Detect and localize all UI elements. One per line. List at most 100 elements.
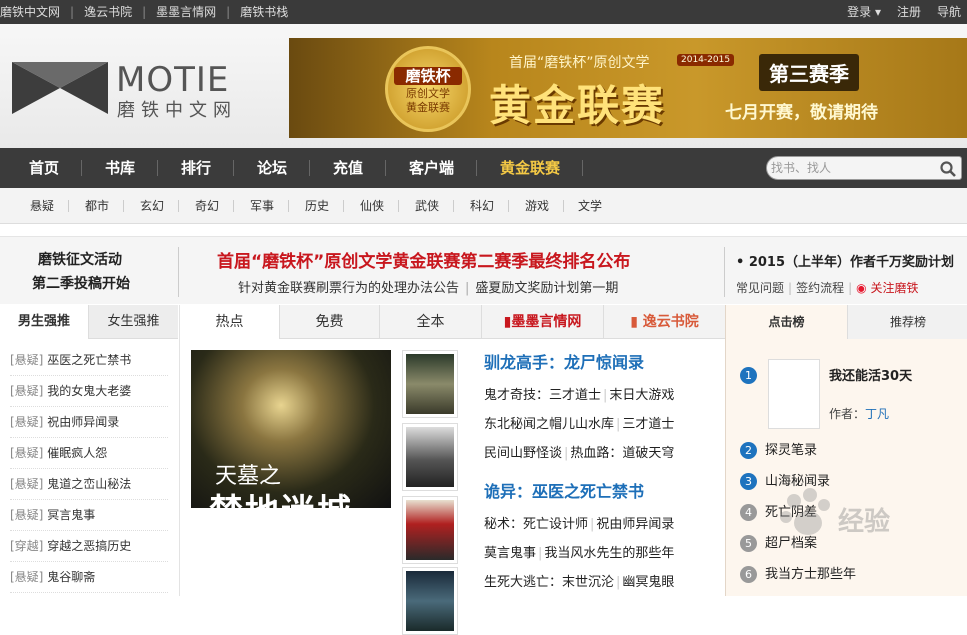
genre-item[interactable]: 游戏 bbox=[525, 188, 549, 224]
banner-sub: 七月开赛，敬请期待 bbox=[725, 103, 878, 123]
genre-nav: 悬疑 都市 玄幻 奇幻 军事 历史 仙侠 武侠 科幻 游戏 文学 bbox=[0, 188, 967, 224]
book-thumb[interactable] bbox=[402, 496, 458, 564]
genre-item[interactable]: 悬疑 bbox=[30, 188, 54, 224]
list-item[interactable]: [悬疑] 催眠疯人怨 bbox=[10, 438, 168, 469]
register-link[interactable]: 注册 bbox=[897, 0, 921, 24]
book-thumb[interactable] bbox=[402, 350, 458, 418]
book-thumb[interactable] bbox=[402, 423, 458, 491]
list-item[interactable]: [悬疑] 鬼道之峦山秘法 bbox=[10, 469, 168, 500]
user-links: 登录 ▾ 注册 导航 bbox=[847, 0, 961, 24]
main-nav: 首页 书库 排行 论坛 充值 客户端 黄金联赛 找书、找人 bbox=[0, 148, 967, 188]
nav-recharge[interactable]: 充值 bbox=[333, 148, 363, 188]
nav-home[interactable]: 首页 bbox=[29, 148, 59, 188]
list-item: 鬼才奇技：三才道士 | 末日大游戏 bbox=[484, 388, 675, 403]
list-item: 民间山野怪谈 | 热血路：道破天穹 bbox=[484, 446, 675, 461]
genre-item[interactable]: 玄幻 bbox=[140, 188, 164, 224]
sign-flow-link[interactable]: 签约流程 bbox=[796, 281, 844, 295]
list-item[interactable]: [穿越] 穿越之恶搞历史 bbox=[10, 531, 168, 562]
headline-link[interactable]: 首届“磨铁杯”原创文学黄金联赛第二赛季最终排名公布 bbox=[217, 247, 630, 272]
genre-item[interactable]: 奇幻 bbox=[195, 188, 219, 224]
tab-male-recommend[interactable]: 男生强推 bbox=[0, 305, 89, 339]
genre-item[interactable]: 仙侠 bbox=[360, 188, 384, 224]
genre-item[interactable]: 都市 bbox=[85, 188, 109, 224]
sub-headline-link[interactable]: 针对黄金联赛刷票行为的处理办法公告 bbox=[238, 281, 459, 296]
recommend-panel: 男生强推 女生强推 [悬疑] 巫医之死亡禁书 [悬疑] 我的女鬼大老婆 [悬疑]… bbox=[0, 305, 178, 596]
hot-panel: 热点 免费 全本 ▮墨墨言情网 ▮ 逸云书院 天墓之 禁地迷城 驯龙高手：龙尸惊… bbox=[179, 305, 725, 635]
league-badge: 磨铁杯 原创文学 黄金联赛 bbox=[385, 46, 471, 132]
sub-headlines: 针对黄金联赛刷票行为的处理办法公告 | 盛夏励文奖励计划第一期 bbox=[238, 281, 619, 296]
rank-item[interactable]: 6 我当方士那些年 bbox=[740, 563, 856, 583]
genre-item[interactable]: 军事 bbox=[250, 188, 274, 224]
ranking-panel: 点击榜 推荐榜 1 我还能活30天 作者：丁凡 2 探灵笔录 3 山海秘闻录 4 死亡… bbox=[725, 305, 967, 596]
weibo-icon: ◉ bbox=[856, 281, 867, 295]
logo-text: MOTIE bbox=[116, 60, 230, 100]
tab-female-recommend[interactable]: 女生强推 bbox=[89, 305, 178, 339]
book-thumb[interactable] bbox=[402, 567, 458, 635]
contest-link[interactable]: 磨铁征文活动 bbox=[38, 249, 122, 269]
list-item[interactable]: [悬疑] 鬼谷聊斋 bbox=[10, 562, 168, 593]
banner-season: 第三赛季 bbox=[759, 54, 859, 91]
rank-item[interactable]: 5 超尸档案 bbox=[740, 532, 817, 552]
featured-book-title[interactable]: 驯龙高手：龙尸惊闻录 bbox=[484, 345, 724, 381]
list-item[interactable]: [悬疑] 巫医之死亡禁书 bbox=[10, 345, 168, 376]
nav-library[interactable]: 书库 bbox=[105, 148, 135, 188]
site-link-momo[interactable]: 墨墨言情网 bbox=[156, 0, 216, 24]
genre-item[interactable]: 科幻 bbox=[470, 188, 494, 224]
rank-item[interactable]: 3 山海秘闻录 bbox=[740, 470, 830, 490]
list-item: 秘术：死亡设计师 | 祝由师异闻录 bbox=[484, 517, 675, 532]
faq-link[interactable]: 常见问题 bbox=[736, 281, 784, 295]
notice-strip: 磨铁征文活动 第二季投稿开始 首届“磨铁杯”原创文学黄金联赛第二赛季最终排名公布… bbox=[0, 236, 967, 304]
genre-item[interactable]: 文学 bbox=[578, 188, 602, 224]
search-box[interactable]: 找书、找人 bbox=[766, 156, 962, 180]
genre-item[interactable]: 武侠 bbox=[415, 188, 439, 224]
tab-momo[interactable]: ▮墨墨言情网 bbox=[482, 305, 604, 339]
site-links: 磨铁中文网 | 逸云书院 | 墨墨言情网 | 磨铁书栈 bbox=[0, 0, 288, 24]
top-bar: 磨铁中文网 | 逸云书院 | 墨墨言情网 | 磨铁书栈 登录 ▾ 注册 导航 bbox=[0, 0, 967, 24]
list-item[interactable]: [悬疑] 祝由师异闻录 bbox=[10, 407, 168, 438]
help-links: 常见问题 | 签约流程 | ◉ 关注磨铁 bbox=[736, 281, 919, 295]
list-item: 东北秘闻之帽儿山水库 | 三才道士 bbox=[484, 417, 675, 432]
banner-line1: 首届“磨铁杯”原创文学 bbox=[509, 55, 650, 71]
book-cover[interactable] bbox=[768, 359, 820, 429]
recommend-list: [悬疑] 巫医之死亡禁书 [悬疑] 我的女鬼大老婆 [悬疑] 祝由师异闻录 [悬… bbox=[10, 345, 168, 593]
sub-headline-link[interactable]: 盛夏励文奖励计划第一期 bbox=[475, 281, 618, 296]
list-item: 莫言鬼事 | 我当风水先生的那些年 bbox=[484, 546, 675, 561]
tab-yiyun[interactable]: ▮ 逸云书院 bbox=[604, 305, 725, 339]
tab-recommend-rank[interactable]: 推荐榜 bbox=[847, 305, 967, 339]
site-link-yiyun[interactable]: 逸云书院 bbox=[84, 0, 132, 24]
site-link-motie[interactable]: 磨铁中文网 bbox=[0, 0, 60, 24]
featured-book-title[interactable]: 诡异：巫医之死亡禁书 bbox=[484, 474, 724, 510]
site-link-shuzhan[interactable]: 磨铁书栈 bbox=[240, 0, 288, 24]
rank-author: 作者：丁凡 bbox=[829, 407, 890, 421]
nav-ranking[interactable]: 排行 bbox=[181, 148, 211, 188]
tab-complete[interactable]: 全本 bbox=[380, 305, 482, 339]
banner-main: 黄金联赛 bbox=[489, 81, 666, 130]
author-reward-link[interactable]: • 2015（上半年）作者千万奖励计划 bbox=[736, 251, 954, 270]
follow-link[interactable]: 关注磨铁 bbox=[870, 281, 918, 295]
login-link[interactable]: 登录 ▾ bbox=[847, 0, 881, 24]
rank-item[interactable]: 4 死亡阴差 bbox=[740, 501, 817, 521]
list-item: 生死大逃亡：末世沉沦 | 幽冥鬼眼 bbox=[484, 575, 675, 590]
golden-league-banner[interactable]: 磨铁杯 原创文学 黄金联赛 首届“磨铁杯”原创文学 2014-2015 黄金联赛… bbox=[289, 38, 967, 138]
search-input[interactable]: 找书、找人 bbox=[771, 157, 831, 179]
bookmark-icon: ▮ bbox=[630, 314, 638, 330]
list-item[interactable]: [悬疑] 冥言鬼事 bbox=[10, 500, 168, 531]
rank-item[interactable]: 2 探灵笔录 bbox=[740, 439, 817, 459]
guide-link[interactable]: 导航 bbox=[937, 0, 961, 24]
nav-golden-league[interactable]: 黄金联赛 bbox=[500, 148, 560, 188]
featured-book-cover[interactable]: 天墓之 禁地迷城 bbox=[191, 350, 391, 508]
logo-subtitle: 磨铁中文网 bbox=[117, 100, 237, 121]
tab-hot[interactable]: 热点 bbox=[180, 305, 280, 339]
search-icon[interactable] bbox=[939, 160, 957, 178]
tab-free[interactable]: 免费 bbox=[280, 305, 380, 339]
chevron-down-icon: ▾ bbox=[874, 5, 881, 19]
genre-item[interactable]: 历史 bbox=[305, 188, 329, 224]
header: MOTIE 磨铁中文网 磨铁杯 原创文学 黄金联赛 首届“磨铁杯”原创文学 20… bbox=[0, 24, 967, 148]
nav-client[interactable]: 客户端 bbox=[409, 148, 454, 188]
nav-forum[interactable]: 论坛 bbox=[257, 148, 287, 188]
banner-year: 2014-2015 bbox=[677, 54, 735, 66]
contest-sub-link[interactable]: 第二季投稿开始 bbox=[32, 273, 130, 293]
rank-title[interactable]: 我还能活30天 bbox=[829, 365, 912, 384]
list-item[interactable]: [悬疑] 我的女鬼大老婆 bbox=[10, 376, 168, 407]
tab-click-rank[interactable]: 点击榜 bbox=[726, 305, 847, 339]
